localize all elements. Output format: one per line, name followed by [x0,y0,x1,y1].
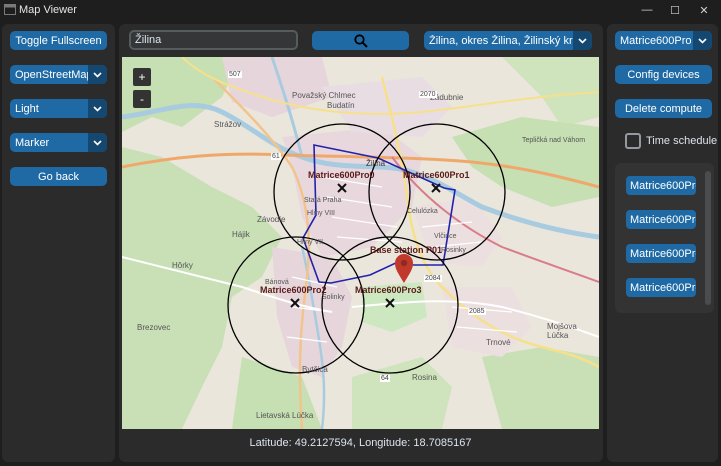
map-place-label: Hliny VIII [307,210,336,217]
map-place-label: Strážov [214,120,242,129]
road-number: 2070 [419,91,437,98]
go-back-button[interactable]: Go back [10,167,107,186]
map-place-label: Brezovec [137,323,171,332]
address-value: Žilina, okres Žilina, Žilinský kraj, Str… [429,34,573,47]
search-button[interactable] [312,31,409,50]
map-place-label: Bytčica [302,365,328,374]
chevron-down-icon [88,133,107,152]
coordinates-readout: Latitude: 49.2127594, Longitude: 18.7085… [249,437,472,449]
road-number: 507 [228,71,242,78]
left-panel [2,24,115,462]
chevron-down-icon [693,31,712,50]
map-tiles [122,57,599,429]
drone-label: Matrice600Pro2 [260,285,327,295]
address-select[interactable]: Žilina, okres Žilina, Žilinský kraj, Str… [424,31,592,50]
device-list-item[interactable]: Matrice600Pro2 [626,244,696,263]
mode-select[interactable]: Marker [10,133,107,152]
config-devices-button[interactable]: Config devices [615,65,712,84]
close-button[interactable]: ✕ [690,0,718,20]
map-place-label: Rosina [412,373,437,382]
toggle-fullscreen-button[interactable]: Toggle Fullscreen [10,31,107,50]
map-place-label: Rosinky [441,247,466,254]
drone-label: Matrice600Pro1 [403,170,470,180]
map-view[interactable]: Matrice600Pro0 Matrice600Pro1 Matrice600… [122,57,599,429]
mode-value: Marker [15,136,50,149]
tile-server-select[interactable]: OpenStreetMap Standard [10,65,107,84]
map-place-label: Solinky [322,294,345,301]
map-place-label: Stará Praha [304,197,342,204]
zoom-in-button[interactable]: + [133,68,151,86]
maximize-button[interactable]: ☐ [661,0,689,20]
map-place-label: Trnové [486,338,511,347]
minimize-button[interactable]: — [633,0,661,20]
tile-server-value: OpenStreetMap Standard [15,68,88,81]
road-number: 2085 [468,308,486,315]
map-place-label: Považský Chlmec [292,91,356,100]
device-select-value: Matrice600Pro 15 [620,34,693,47]
delete-compute-button[interactable]: Delete compute [615,99,712,118]
map-place-label: Budatín [327,101,355,110]
device-list-item[interactable]: Matrice600Pro0 [626,176,696,195]
base-station-label: Base station P01 [370,245,443,255]
theme-value: Light [15,102,39,115]
chevron-down-icon [573,31,592,50]
device-list-item[interactable]: Matrice600Pro1 [626,210,696,229]
device-list-scrollbar[interactable] [705,171,711,305]
road-number: 64 [380,375,390,382]
map-place-label: Mojšova Lúčka [547,322,577,340]
zoom-out-button[interactable]: - [133,90,151,108]
map-place-label: Lietavská Lúčka [256,411,314,420]
chevron-down-icon [88,65,107,84]
device-select[interactable]: Matrice600Pro 15 [615,31,712,50]
chevron-down-icon [88,99,107,118]
road-number: 2084 [424,275,442,282]
search-input[interactable]: Žilina [129,30,298,50]
drone-label: Matrice600Pro3 [355,285,422,295]
search-icon [353,33,368,48]
map-place-label: Tepličká nad Váhom [522,137,586,144]
window-title: Map Viewer [19,4,77,16]
map-place-label: Celulózka [407,208,438,215]
app-icon [4,4,16,15]
theme-select[interactable]: Light [10,99,107,118]
road-number: 61 [271,153,281,160]
map-place-label: Vlčince [434,233,457,240]
map-place-label: Hôrky [172,261,193,270]
map-place-label: Bánová [265,279,289,286]
time-schedule-label: Time schedule [646,135,718,147]
time-schedule-checkbox[interactable] [625,133,641,149]
device-list: Matrice600Pro0 Matrice600Pro1 Matrice600… [615,163,714,313]
map-place-label: Závodie [257,215,286,224]
map-place-label: Hájik [232,230,250,239]
drone-label: Matrice600Pro0 [308,170,375,180]
map-place-label: Žilina [366,159,386,168]
map-place-label: Hliny VII [297,239,324,246]
title-bar: Map Viewer — ☐ ✕ [0,0,721,20]
device-list-item[interactable]: Matrice600Pro3 [626,278,696,297]
